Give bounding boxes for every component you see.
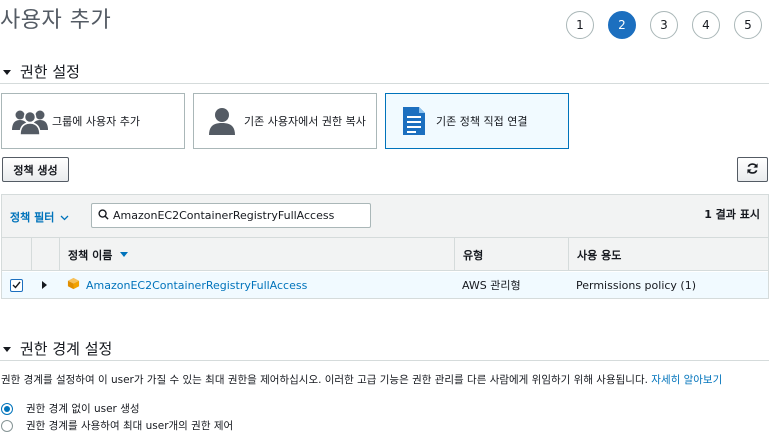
search-icon xyxy=(98,208,109,223)
header-usage-label: 사용 용도 xyxy=(577,248,622,262)
result-count: 1 결과 표시 xyxy=(704,208,760,221)
policy-filter-dropdown[interactable]: 정책 필터 xyxy=(10,209,69,225)
wizard-steps: 1 2 3 4 5 xyxy=(566,11,769,39)
radio-button[interactable] xyxy=(1,402,13,415)
header-type-label: 유형 xyxy=(463,248,484,262)
policy-cube-icon xyxy=(67,277,80,293)
table-toolbar: 정책 필터 1 결과 표시 xyxy=(2,195,768,238)
step-3[interactable]: 3 xyxy=(650,11,678,39)
boundary-section-title: 권한 경계 설정 xyxy=(20,340,113,358)
table-header: 정책 이름 유형 사용 용도 xyxy=(2,238,768,271)
caret-down-icon xyxy=(3,70,11,75)
option-label: 그룹에 사용자 추가 xyxy=(52,115,140,128)
policy-search-input[interactable] xyxy=(113,209,363,222)
user-icon xyxy=(204,103,240,139)
option-label: 기존 정책 직접 연결 xyxy=(436,115,528,128)
radio-label: 권한 경계 없이 user 생성 xyxy=(26,403,140,415)
caret-right-icon[interactable] xyxy=(42,281,47,289)
refresh-button[interactable] xyxy=(737,157,768,182)
chevron-down-icon xyxy=(60,211,69,224)
sort-desc-icon xyxy=(120,252,129,257)
row-select-cell xyxy=(2,272,31,298)
boundary-option-use[interactable]: 권한 경계를 사용하여 최대 user개의 권한 제어 xyxy=(1,418,233,433)
option-copy-permissions[interactable]: 기존 사용자에서 권한 복사 xyxy=(193,93,377,149)
users-group-icon xyxy=(12,103,48,139)
radio-label: 권한 경계를 사용하여 최대 user개의 권한 제어 xyxy=(26,420,234,432)
permissions-section-toggle[interactable]: 권한 설정 xyxy=(3,61,80,82)
page-title: 사용자 추가 xyxy=(0,8,112,33)
header-usage[interactable]: 사용 용도 xyxy=(568,238,768,271)
learn-more-link[interactable]: 자세히 알아보기 xyxy=(651,374,722,386)
permissions-section-title: 권한 설정 xyxy=(20,63,80,81)
option-attach-policies[interactable]: 기존 정책 직접 연결 xyxy=(385,93,569,149)
refresh-icon xyxy=(746,162,759,178)
header-policy-name-label: 정책 이름 xyxy=(68,248,113,262)
caret-down-icon xyxy=(3,347,11,352)
row-checkbox[interactable] xyxy=(10,278,23,292)
row-expand-cell xyxy=(31,272,59,298)
option-add-to-group[interactable]: 그룹에 사용자 추가 xyxy=(1,93,185,149)
header-expand-column xyxy=(31,238,59,271)
boundary-description: 권한 경계를 설정하여 이 user가 가질 수 있는 최대 권한을 제어하십시… xyxy=(1,372,722,387)
boundary-description-text: 권한 경계를 설정하여 이 user가 가질 수 있는 최대 권한을 제어하십시… xyxy=(1,374,648,386)
search-box xyxy=(91,203,371,228)
boundary-section-toggle[interactable]: 권한 경계 설정 xyxy=(3,338,112,359)
header-select-column xyxy=(2,238,31,271)
row-type-cell: AWS 관리형 xyxy=(462,279,521,292)
step-2[interactable]: 2 xyxy=(608,11,636,39)
section-divider xyxy=(0,83,769,84)
header-policy-name[interactable]: 정책 이름 xyxy=(59,238,454,271)
row-name-cell: AmazonEC2ContainerRegistryFullAccess xyxy=(59,272,454,298)
row-usage-cell: Permissions policy (1) xyxy=(576,278,697,292)
option-label: 기존 사용자에서 권한 복사 xyxy=(244,115,366,128)
section-divider xyxy=(0,360,769,361)
step-4[interactable]: 4 xyxy=(692,11,720,39)
policy-table: 정책 필터 1 결과 표시 정책 이름 유형 사용 용도 xyxy=(1,194,769,299)
step-1[interactable]: 1 xyxy=(566,11,594,39)
document-icon xyxy=(396,103,432,139)
table-row[interactable]: AmazonEC2ContainerRegistryFullAccess AWS… xyxy=(2,272,768,298)
policy-name-link[interactable]: AmazonEC2ContainerRegistryFullAccess xyxy=(86,279,307,292)
create-policy-button[interactable]: 정책 생성 xyxy=(2,157,69,182)
radio-button[interactable] xyxy=(1,419,13,432)
header-type[interactable]: 유형 xyxy=(454,238,568,271)
step-5[interactable]: 5 xyxy=(734,11,762,39)
boundary-option-none[interactable]: 권한 경계 없이 user 생성 xyxy=(1,401,140,416)
filter-label: 정책 필터 xyxy=(10,211,55,224)
